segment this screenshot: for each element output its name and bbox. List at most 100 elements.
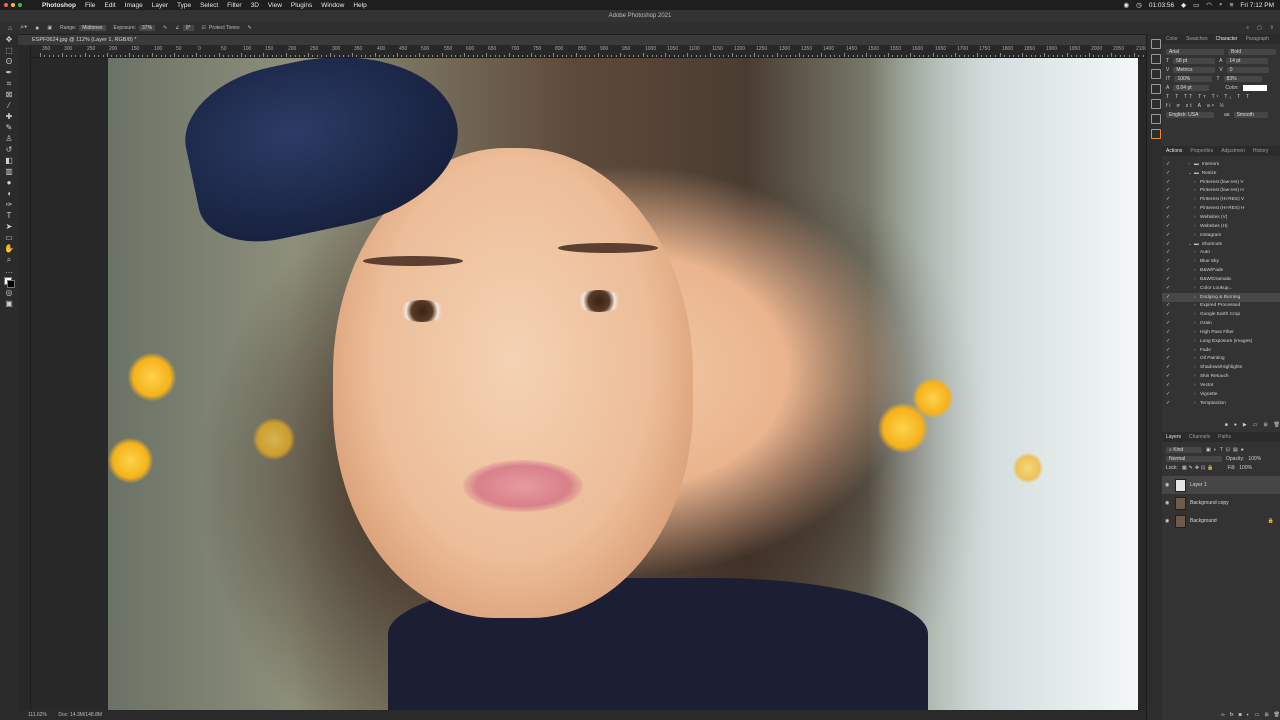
tab-color[interactable]: Color <box>1162 36 1182 42</box>
menu-type[interactable]: Type <box>177 2 191 9</box>
layer-name[interactable]: Layer 1 <box>1190 482 1280 488</box>
action-dialog-toggle[interactable] <box>1172 294 1180 300</box>
action-dialog-toggle[interactable] <box>1172 329 1180 335</box>
action-dialog-toggle[interactable] <box>1172 365 1180 371</box>
action-item[interactable]: ✓ › Pinterest (HI-RES) V <box>1162 195 1280 204</box>
action-checkmark-icon[interactable]: ✓ <box>1164 365 1172 370</box>
ligatures-icon[interactable]: fi <box>1166 103 1173 109</box>
action-dialog-toggle[interactable] <box>1172 197 1180 203</box>
new-set-icon[interactable]: ▭ <box>1253 422 1258 428</box>
action-checkmark-icon[interactable]: ✓ <box>1164 383 1172 388</box>
protect-tones-checkbox[interactable]: ☑ <box>202 25 206 31</box>
frame-tool-icon[interactable]: ⊠ <box>4 90 14 100</box>
tab-character[interactable]: Character <box>1212 36 1242 42</box>
action-item[interactable]: ✓ › Oil Painting <box>1162 355 1280 364</box>
action-checkmark-icon[interactable]: ✓ <box>1164 312 1172 317</box>
range-select[interactable]: Midtones <box>79 25 106 31</box>
action-dialog-toggle[interactable] <box>1172 312 1180 318</box>
wifi-icon[interactable]: ◠ <box>1206 1 1212 9</box>
action-dialog-toggle[interactable] <box>1172 347 1180 353</box>
adjustment-layer-icon[interactable]: ◐ <box>1247 712 1250 718</box>
action-dialog-toggle[interactable] <box>1172 259 1180 265</box>
action-checkmark-icon[interactable]: ✓ <box>1164 295 1172 300</box>
action-checkmark-icon[interactable]: ✓ <box>1164 392 1172 397</box>
action-dialog-toggle[interactable] <box>1172 179 1180 185</box>
lock-icon[interactable]: 🔒 <box>1268 518 1274 524</box>
action-checkmark-icon[interactable]: ✓ <box>1164 259 1172 264</box>
photo-canvas[interactable] <box>108 58 1138 710</box>
menu-layer[interactable]: Layer <box>152 2 168 9</box>
action-dialog-toggle[interactable] <box>1172 170 1180 176</box>
visibility-eye-icon[interactable]: ◉ <box>1165 518 1171 524</box>
vertical-scale-input[interactable]: 100% <box>1174 75 1213 82</box>
action-item[interactable]: ✓ › Vignette <box>1162 390 1280 399</box>
action-item[interactable]: ✓ › Pinterest (low-res) H <box>1162 187 1280 196</box>
oldstyle-icon[interactable]: ơ <box>1177 103 1182 109</box>
tab-layers[interactable]: Layers <box>1162 434 1185 440</box>
action-dialog-toggle[interactable] <box>1172 206 1180 212</box>
eraser-tool-icon[interactable]: ◧ <box>4 156 14 166</box>
action-dialog-toggle[interactable] <box>1172 188 1180 194</box>
action-item[interactable]: ✓ › Pinterest (low-res) V <box>1162 178 1280 187</box>
dodge-tool-icon[interactable]: ◖ <box>4 189 14 199</box>
info-panel-icon[interactable] <box>1151 54 1161 64</box>
link-layers-icon[interactable]: ∞ <box>1221 712 1225 718</box>
layer-style-icon[interactable]: fx <box>1230 712 1234 718</box>
tab-properties[interactable]: Properties <box>1186 148 1217 154</box>
action-checkmark-icon[interactable]: ✓ <box>1164 321 1172 326</box>
action-dialog-toggle[interactable] <box>1172 374 1180 380</box>
pressure-icon[interactable]: ✎ <box>247 25 251 31</box>
action-dialog-toggle[interactable] <box>1172 276 1180 282</box>
home-icon[interactable]: ⌂ <box>8 25 12 32</box>
action-checkmark-icon[interactable]: ✓ <box>1164 303 1172 308</box>
action-dialog-toggle[interactable] <box>1172 321 1180 327</box>
visibility-eye-icon[interactable]: ◉ <box>1165 482 1171 488</box>
underline-icon[interactable]: T <box>1237 94 1242 100</box>
close-window-button[interactable] <box>4 3 8 7</box>
swash-icon[interactable]: st <box>1186 103 1194 109</box>
action-item[interactable]: ✓ › Google Earth Crop <box>1162 310 1280 319</box>
action-item[interactable]: ✓ › Instagram <box>1162 231 1280 240</box>
action-dialog-toggle[interactable] <box>1172 400 1180 406</box>
airbrush-icon[interactable]: ✎ <box>163 25 167 31</box>
action-checkmark-icon[interactable]: ✓ <box>1164 286 1172 291</box>
horizontal-scale-input[interactable]: 83% <box>1223 75 1262 82</box>
action-checkmark-icon[interactable]: ✓ <box>1164 162 1172 167</box>
healing-tool-icon[interactable]: ✚ <box>4 112 14 122</box>
action-checkmark-icon[interactable]: ✓ <box>1164 206 1172 211</box>
action-checkmark-icon[interactable]: ✓ <box>1164 215 1172 220</box>
action-item[interactable]: ✓ › Dodging & Burning <box>1162 292 1280 302</box>
minimize-window-button[interactable] <box>11 3 15 7</box>
small-caps-icon[interactable]: Tт <box>1198 94 1207 100</box>
delete-layer-icon[interactable]: 🗑 <box>1274 712 1280 718</box>
exposure-input[interactable]: 37% <box>139 25 156 31</box>
action-dialog-toggle[interactable] <box>1172 214 1180 220</box>
action-dialog-toggle[interactable] <box>1172 356 1180 362</box>
strikethrough-icon[interactable]: T <box>1246 94 1251 100</box>
stopwatch-icon[interactable]: ◷ <box>1136 1 1142 9</box>
action-item[interactable]: ✓ › Websites (H) <box>1162 222 1280 231</box>
crop-tool-icon[interactable]: ⌗ <box>4 79 14 89</box>
text-color-swatch[interactable] <box>1242 84 1267 91</box>
faux-italic-icon[interactable]: T <box>1175 94 1180 100</box>
menu-filter[interactable]: Filter <box>227 2 241 9</box>
action-item[interactable]: ✓ › Expired Processed <box>1162 302 1280 311</box>
layer-name[interactable]: Background <box>1190 518 1264 524</box>
layer-row[interactable]: ◉ Background copy <box>1162 494 1280 512</box>
layer-thumbnail[interactable] <box>1175 514 1186 528</box>
action-item[interactable]: ✓ › Blue Sky <box>1162 257 1280 266</box>
action-dialog-toggle[interactable] <box>1172 285 1180 291</box>
menu-edit[interactable]: Edit <box>104 2 115 9</box>
action-item[interactable]: ✓ › Websites (V) <box>1162 213 1280 222</box>
tab-actions[interactable]: Actions <box>1162 148 1186 154</box>
tab-paths[interactable]: Paths <box>1214 434 1235 440</box>
action-item[interactable]: ✓ ⌄ ▬ Shortcuts <box>1162 240 1280 249</box>
brush-size-icon[interactable]: ● <box>35 25 39 32</box>
menu-image[interactable]: Image <box>125 2 143 9</box>
type-tool-icon[interactable]: T <box>4 211 14 221</box>
vertical-ruler[interactable] <box>18 45 31 710</box>
tab-swatches[interactable]: Swatches <box>1182 36 1212 42</box>
action-dialog-toggle[interactable] <box>1172 338 1180 344</box>
add-mask-icon[interactable]: ◙ <box>1239 712 1242 718</box>
marquee-tool-icon[interactable]: ⬚ <box>4 46 14 56</box>
